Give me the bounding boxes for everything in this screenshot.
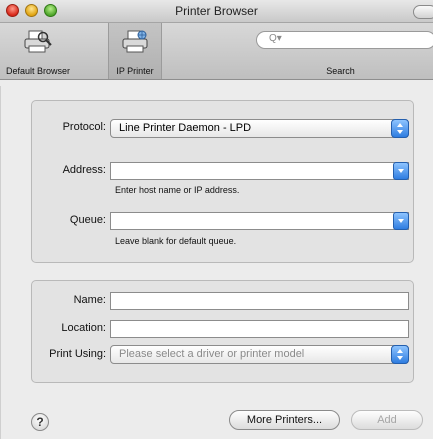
more-printers-button[interactable]: More Printers... xyxy=(229,410,340,430)
title-bar[interactable]: Printer Browser xyxy=(0,0,433,23)
print-using-popup[interactable]: Please select a driver or printer model xyxy=(110,345,409,364)
help-button[interactable]: ? xyxy=(31,413,49,431)
address-field[interactable] xyxy=(110,162,409,180)
address-dropdown-icon[interactable] xyxy=(393,162,409,180)
add-button[interactable]: Add xyxy=(351,410,423,430)
toolbar-search: Q▾ Search xyxy=(248,23,433,79)
toolbar-ip-printer-label: IP Printer xyxy=(116,66,154,76)
print-using-value: Please select a driver or printer model xyxy=(119,348,305,360)
popup-arrows-icon xyxy=(391,119,409,138)
protocol-popup[interactable]: Line Printer Daemon - LPD xyxy=(110,119,409,138)
toolbar-ip-printer[interactable]: IP Printer xyxy=(108,23,162,79)
address-input[interactable] xyxy=(114,164,385,178)
printer-browser-icon xyxy=(24,30,52,53)
ip-printer-icon xyxy=(122,30,148,53)
queue-hint: Leave blank for default queue. xyxy=(115,236,237,246)
name-label: Name: xyxy=(73,294,106,306)
window-edge xyxy=(0,86,1,439)
location-field[interactable] xyxy=(110,320,409,338)
location-label: Location: xyxy=(61,322,106,334)
print-using-label: Print Using: xyxy=(49,348,106,360)
location-input[interactable] xyxy=(114,322,403,336)
toolbar-search-label: Search xyxy=(326,66,355,76)
window-title: Printer Browser xyxy=(175,4,258,18)
address-hint: Enter host name or IP address. xyxy=(115,185,240,195)
search-icon: Q▾ xyxy=(269,33,282,44)
name-field[interactable] xyxy=(110,292,409,310)
queue-field[interactable] xyxy=(110,212,409,230)
toolbar-toggle-button[interactable] xyxy=(413,5,433,19)
queue-input[interactable] xyxy=(114,214,385,228)
search-input[interactable] xyxy=(283,33,423,47)
toolbar-default-browser[interactable]: Default Browser xyxy=(0,23,76,79)
printer-browser-window: Printer Browser Default Browser IP Print… xyxy=(0,0,433,439)
popup-arrows-icon xyxy=(391,345,409,364)
address-label: Address: xyxy=(62,164,106,176)
toolbar-default-browser-label: Default Browser xyxy=(5,66,71,76)
queue-label: Queue: xyxy=(69,214,106,226)
protocol-value: Line Printer Daemon - LPD xyxy=(119,122,252,134)
protocol-label: Protocol: xyxy=(62,121,106,133)
queue-dropdown-icon[interactable] xyxy=(393,212,409,230)
toolbar: Default Browser IP Printer Q▾ Search xyxy=(0,23,433,80)
search-field[interactable]: Q▾ xyxy=(256,31,433,49)
name-input[interactable] xyxy=(114,294,403,308)
